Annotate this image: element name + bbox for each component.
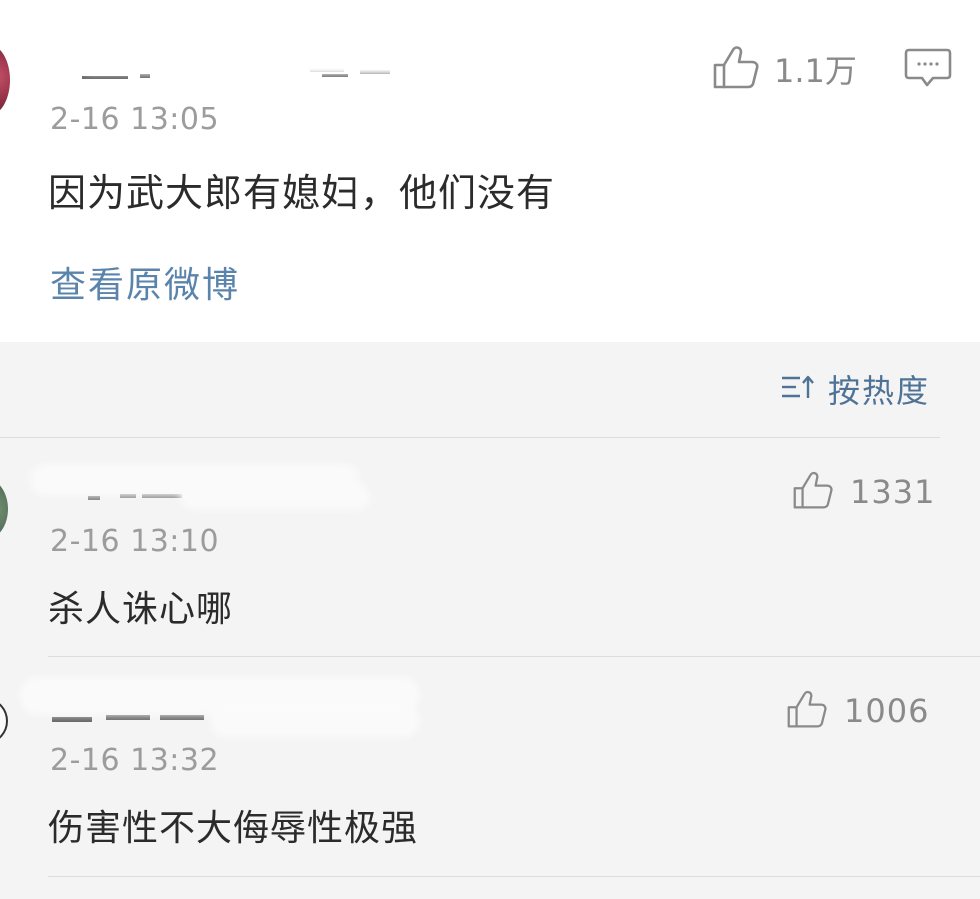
username-redacted[interactable] (20, 669, 430, 737)
post-content: 因为武大郎有媳妇，他们没有 (48, 171, 556, 215)
comment-content: 杀人诛心哪 (48, 589, 234, 630)
sort-label: 按热度 (828, 372, 931, 410)
thumbs-up-icon (786, 689, 828, 733)
comment-bubble-icon (904, 48, 952, 94)
avatar[interactable] (0, 478, 8, 540)
comment-like-count: 1006 (844, 692, 930, 730)
original-post: 2-16 13:05 因为武大郎有媳妇，他们没有 查看原微博 1.1万 (0, 0, 980, 342)
avatar[interactable] (0, 699, 8, 743)
post-timestamp: 2-16 13:05 (50, 102, 220, 137)
sort-by-hot-button[interactable]: 按热度 (780, 368, 930, 410)
username-redacted[interactable] (30, 460, 430, 518)
avatar[interactable] (0, 44, 10, 116)
comment-item: 2-16 13:32 伤害性不大侮辱性极强 1006 (0, 657, 980, 877)
post-like-count: 1.1万 (774, 52, 857, 90)
comment-like-button[interactable]: 1006 (786, 689, 929, 733)
comment-timestamp: 2-16 13:32 (50, 743, 220, 778)
username-redacted[interactable] (78, 44, 408, 84)
comment-like-button[interactable]: 1331 (792, 470, 935, 514)
comment-item: 2-16 13:10 杀人诛心哪 1331 (0, 438, 980, 658)
comment-timestamp: 2-16 13:10 (50, 524, 220, 559)
comment-like-count: 1331 (850, 473, 936, 511)
sort-icon (780, 372, 816, 406)
comment-content: 伤害性不大侮辱性极强 (48, 808, 419, 849)
view-original-link[interactable]: 查看原微博 (50, 256, 240, 308)
divider (48, 876, 980, 877)
thumbs-up-icon (712, 44, 760, 94)
thumbs-up-icon (792, 470, 834, 514)
comment-button[interactable] (904, 46, 952, 90)
post-like-button[interactable]: 1.1万 (712, 44, 857, 94)
